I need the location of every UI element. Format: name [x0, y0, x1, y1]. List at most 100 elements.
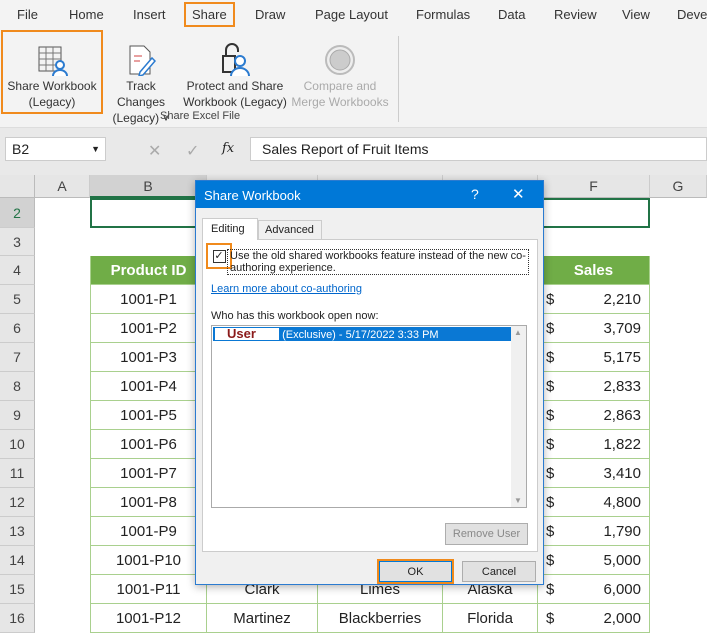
- row-header-6[interactable]: 6: [0, 314, 35, 343]
- user-name: User: [215, 327, 279, 340]
- row-header-7[interactable]: 7: [0, 343, 35, 372]
- sales-value: 3,709: [603, 319, 641, 337]
- tab-advanced[interactable]: Advanced: [258, 220, 322, 240]
- sales-cell[interactable]: $2,000: [538, 604, 650, 633]
- name-box-value: B2: [12, 141, 30, 157]
- learn-more-link[interactable]: Learn more about co-authoring: [211, 283, 362, 295]
- remove-user-button[interactable]: Remove User: [445, 523, 528, 545]
- sales-cell[interactable]: $3,410: [538, 459, 650, 488]
- product-id-cell[interactable]: 1001-P5: [90, 401, 207, 430]
- col-header-a[interactable]: A: [35, 175, 90, 198]
- sales-value: 4,800: [603, 493, 641, 511]
- help-icon[interactable]: ?: [471, 186, 479, 202]
- tab-editing[interactable]: Editing: [202, 218, 258, 240]
- product-id-cell[interactable]: 1001-P8: [90, 488, 207, 517]
- product-id-cell[interactable]: 1001-P3: [90, 343, 207, 372]
- col-header-g[interactable]: G: [650, 175, 707, 198]
- currency-symbol: $: [546, 580, 555, 598]
- product-id-cell[interactable]: 1001-P2: [90, 314, 207, 343]
- list-item[interactable]: User (Exclusive) - 5/17/2022 3:33 PM: [213, 327, 511, 341]
- share-workbook-button[interactable]: Share Workbook (Legacy): [1, 30, 103, 114]
- row-header-5[interactable]: 5: [0, 285, 35, 314]
- sales-value: 2,000: [603, 609, 641, 627]
- header-product-id[interactable]: Product ID: [90, 256, 207, 285]
- sales-cell[interactable]: $1,790: [538, 517, 650, 546]
- col-header-f[interactable]: F: [538, 175, 650, 198]
- row-header-2[interactable]: 2: [0, 198, 35, 228]
- sales-cell[interactable]: $1,822: [538, 430, 650, 459]
- checkmark-icon: ✓: [212, 249, 226, 263]
- tab-data[interactable]: Data: [498, 7, 525, 22]
- name-box[interactable]: B2 ▼: [5, 137, 106, 161]
- product-id-cell[interactable]: 1001-P7: [90, 459, 207, 488]
- row-header-11[interactable]: 11: [0, 459, 35, 488]
- currency-symbol: $: [546, 377, 555, 395]
- tab-formulas[interactable]: Formulas: [416, 7, 470, 22]
- row-header-9[interactable]: 9: [0, 401, 35, 430]
- row-header-15[interactable]: 15: [0, 575, 35, 604]
- name-cell[interactable]: Martinez: [207, 604, 318, 633]
- tab-insert[interactable]: Insert: [133, 7, 166, 22]
- users-list[interactable]: User (Exclusive) - 5/17/2022 3:33 PM ▲ ▼: [211, 325, 527, 508]
- currency-symbol: $: [546, 493, 555, 511]
- cancel-button[interactable]: Cancel: [462, 561, 536, 582]
- sales-cell[interactable]: $6,000: [538, 575, 650, 604]
- sales-cell[interactable]: $3,709: [538, 314, 650, 343]
- product-cell[interactable]: Blackberries: [318, 604, 443, 633]
- checkbox-label[interactable]: Use the old shared workbooks feature ins…: [227, 249, 529, 275]
- row-header-14[interactable]: 14: [0, 546, 35, 575]
- sales-value: 1,790: [603, 522, 641, 540]
- state-cell[interactable]: Florida: [443, 604, 538, 633]
- label: Track Changes: [116, 79, 166, 109]
- ok-button[interactable]: OK: [377, 559, 454, 584]
- formula-bar: B2 ▼ ✕ ✓ fx Sales Report of Fruit Items: [0, 128, 707, 175]
- row-header-3[interactable]: 3: [0, 228, 35, 256]
- product-id-cell[interactable]: 1001-P9: [90, 517, 207, 546]
- sales-cell[interactable]: $5,000: [538, 546, 650, 575]
- col-header-b[interactable]: B: [90, 175, 207, 198]
- sales-cell[interactable]: $2,833: [538, 372, 650, 401]
- user-info: (Exclusive) - 5/17/2022 3:33 PM: [282, 329, 439, 341]
- tab-home[interactable]: Home: [69, 7, 104, 22]
- currency-symbol: $: [546, 609, 555, 627]
- enter-icon[interactable]: ✓: [186, 141, 199, 161]
- select-all[interactable]: [0, 175, 35, 198]
- sales-value: 6,000: [603, 580, 641, 598]
- row-header-10[interactable]: 10: [0, 430, 35, 459]
- product-id-cell[interactable]: 1001-P6: [90, 430, 207, 459]
- tab-share[interactable]: Share: [184, 2, 235, 27]
- row-header-12[interactable]: 12: [0, 488, 35, 517]
- sales-cell[interactable]: $5,175: [538, 343, 650, 372]
- dialog-titlebar: Share Workbook ? ✕: [196, 181, 543, 208]
- sales-cell[interactable]: $4,800: [538, 488, 650, 517]
- product-id-cell[interactable]: 1001-P4: [90, 372, 207, 401]
- row-header-13[interactable]: 13: [0, 517, 35, 546]
- sales-value: 1,822: [603, 435, 641, 453]
- scrollbar[interactable]: ▲ ▼: [511, 326, 526, 507]
- cancel-icon[interactable]: ✕: [148, 141, 161, 161]
- product-id-cell[interactable]: 1001-P10: [90, 546, 207, 575]
- list-label: Who has this workbook open now:: [211, 310, 379, 322]
- row-header-4[interactable]: 4: [0, 256, 35, 285]
- close-icon[interactable]: ✕: [512, 185, 525, 203]
- product-id-cell[interactable]: 1001-P12: [90, 604, 207, 633]
- tab-review[interactable]: Review: [554, 7, 597, 22]
- header-sales[interactable]: Sales: [538, 256, 650, 285]
- chevron-down-icon[interactable]: ▼: [91, 144, 100, 154]
- fx-icon[interactable]: fx: [222, 141, 234, 156]
- tab-file[interactable]: File: [17, 7, 38, 22]
- tab-developer[interactable]: Deve: [677, 7, 707, 22]
- tab-draw[interactable]: Draw: [255, 7, 285, 22]
- product-id-cell[interactable]: 1001-P11: [90, 575, 207, 604]
- sales-cell[interactable]: $2,863: [538, 401, 650, 430]
- sales-cell[interactable]: $2,210: [538, 285, 650, 314]
- tab-view[interactable]: View: [622, 7, 650, 22]
- lock-user-icon: [182, 36, 288, 76]
- protect-share-workbook-button[interactable]: Protect and Share Workbook (Legacy): [182, 32, 288, 110]
- row-header-8[interactable]: 8: [0, 372, 35, 401]
- product-id-cell[interactable]: 1001-P1: [90, 285, 207, 314]
- label: Workbook (Legacy): [183, 95, 287, 109]
- row-header-16[interactable]: 16: [0, 604, 35, 633]
- formula-input[interactable]: Sales Report of Fruit Items: [250, 137, 707, 161]
- tab-page-layout[interactable]: Page Layout: [315, 7, 388, 22]
